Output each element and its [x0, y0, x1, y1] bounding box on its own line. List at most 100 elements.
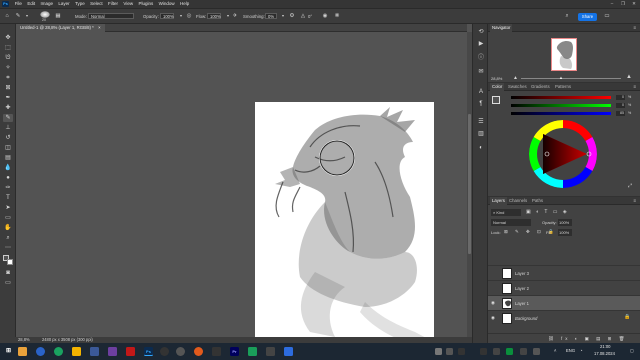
healing-brush-icon[interactable]: ✚: [3, 104, 13, 112]
menu-view[interactable]: View: [121, 0, 136, 8]
pressure-opacity-icon[interactable]: ◎: [185, 12, 193, 20]
layer-name[interactable]: Layer 2: [515, 286, 529, 291]
airbrush-icon[interactable]: ✈: [231, 12, 239, 20]
taskbar-app-icon[interactable]: [90, 347, 99, 356]
taskbar-app-icon[interactable]: [176, 347, 185, 356]
language-indicator[interactable]: ENG: [566, 348, 575, 353]
menu-type[interactable]: Type: [72, 0, 87, 8]
taskbar-app-icon[interactable]: [18, 347, 27, 356]
paragraph-icon[interactable]: ¶: [476, 100, 486, 109]
layer-name[interactable]: Layer 1: [515, 301, 529, 306]
crop-tool-icon[interactable]: ⌗: [3, 74, 13, 82]
libraries-icon[interactable]: ▥: [476, 130, 486, 139]
layer-name[interactable]: Background: [515, 316, 537, 321]
mode-select[interactable]: Normal: [88, 12, 134, 19]
menu-layer[interactable]: Layer: [56, 0, 73, 8]
tab-channels[interactable]: Channels: [507, 197, 529, 205]
taskbar-app-icon[interactable]: [72, 347, 81, 356]
more-tools-icon[interactable]: ⋯: [3, 244, 13, 252]
chevron-down-icon[interactable]: ▾: [23, 12, 31, 20]
lasso-tool-icon[interactable]: ᘎ: [3, 54, 13, 62]
hand-tool-icon[interactable]: ✋: [3, 224, 13, 232]
zoom-out-icon[interactable]: ▲: [513, 75, 518, 81]
flow-field[interactable]: 100%: [207, 12, 221, 19]
navigator-thumbnail[interactable]: [551, 38, 577, 71]
tray-icon[interactable]: [446, 348, 453, 355]
red-slider[interactable]: [511, 96, 611, 99]
panel-menu-icon[interactable]: ≡: [633, 84, 636, 89]
gear-icon[interactable]: ⚙: [288, 12, 296, 20]
lock-icon[interactable]: 🔒: [624, 314, 630, 320]
notifications-icon[interactable]: ▢: [630, 348, 634, 353]
menu-file[interactable]: File: [12, 0, 25, 8]
taskbar-app-icon[interactable]: [284, 347, 293, 356]
smoothing-chevron-icon[interactable]: ▾: [279, 12, 287, 20]
home-icon[interactable]: ⌂: [3, 12, 11, 20]
tab-color[interactable]: Color: [490, 83, 505, 91]
info-icon[interactable]: ⓘ: [476, 54, 486, 63]
brush-settings-icon[interactable]: ▦: [54, 12, 62, 20]
eye-icon[interactable]: ◉: [491, 300, 496, 306]
history-brush-icon[interactable]: ↺: [3, 134, 13, 142]
gradient-tool-icon[interactable]: ▤: [3, 154, 13, 162]
menu-select[interactable]: Select: [87, 0, 105, 8]
tab-layers[interactable]: Layers: [490, 197, 507, 205]
canvas-workspace[interactable]: [16, 32, 467, 337]
smoothing-field[interactable]: 0%: [265, 12, 277, 19]
tray-icon[interactable]: [480, 348, 487, 355]
character-icon[interactable]: A: [476, 88, 486, 97]
color-wheel[interactable]: [529, 120, 597, 188]
fill-field[interactable]: 100%: [558, 229, 572, 236]
tray-icon[interactable]: [458, 348, 465, 355]
tray-chevron-icon[interactable]: ˄: [554, 348, 556, 353]
history-icon[interactable]: ⟲: [476, 28, 486, 37]
layer-filter-icons[interactable]: ▣ ◐ T ▭ ◈: [526, 209, 569, 215]
symmetry-icon[interactable]: ❋: [333, 12, 341, 20]
comments-icon[interactable]: ✉: [476, 68, 486, 77]
marquee-tool-icon[interactable]: ⬚: [3, 44, 13, 52]
layer-row-1[interactable]: ◉ Layer 1: [488, 295, 640, 310]
tray-icon[interactable]: [493, 348, 500, 355]
brush-preview-icon[interactable]: [40, 11, 50, 18]
navigator-zoom-slider[interactable]: [521, 78, 621, 79]
color-expand-icon[interactable]: ⤢: [628, 183, 632, 189]
menu-image[interactable]: Image: [38, 0, 56, 8]
taskbar-app-icon[interactable]: [54, 347, 63, 356]
tray-icon[interactable]: [533, 348, 540, 355]
menu-filter[interactable]: Filter: [105, 0, 120, 8]
brush-tool-icon[interactable]: ✎: [3, 114, 13, 122]
tray-icon[interactable]: [520, 348, 527, 355]
tray-icon[interactable]: [435, 348, 442, 355]
navigator-zoom[interactable]: 28,8%: [491, 76, 502, 81]
layer-kind-filter[interactable]: ⌕ Kind: [491, 209, 521, 216]
quick-mask-icon[interactable]: ◙: [3, 269, 13, 277]
blur-tool-icon[interactable]: 💧: [3, 164, 13, 172]
background-color-swatch[interactable]: [7, 259, 13, 265]
clone-stamp-icon[interactable]: ⊥: [3, 124, 13, 132]
layer-row-background[interactable]: ◉ Background 🔒: [488, 310, 640, 325]
eyedropper-tool-icon[interactable]: ✒: [3, 94, 13, 102]
close-tab-icon[interactable]: ×: [98, 25, 101, 30]
share-button[interactable]: Share: [578, 12, 597, 21]
eraser-tool-icon[interactable]: ◫: [3, 144, 13, 152]
taskbar-app-icon[interactable]: [266, 347, 275, 356]
windows-start-icon[interactable]: ⊞: [4, 347, 13, 356]
red-value[interactable]: 0: [616, 95, 625, 100]
tab-navigator[interactable]: Navigator: [490, 24, 513, 32]
zoom-slider-thumb[interactable]: ▲: [559, 75, 563, 80]
taskbar-app-icon[interactable]: [212, 347, 221, 356]
panel-menu-icon[interactable]: ≡: [633, 198, 636, 203]
taskbar-app-icon[interactable]: [126, 347, 135, 356]
menu-edit[interactable]: Edit: [25, 0, 38, 8]
properties-icon[interactable]: ☰: [476, 118, 486, 127]
close-window-button[interactable]: ✕: [629, 0, 639, 8]
document-canvas[interactable]: [255, 102, 434, 337]
shape-tool-icon[interactable]: ▭: [3, 214, 13, 222]
dodge-tool-icon[interactable]: ●: [3, 174, 13, 182]
blue-value[interactable]: 85: [616, 111, 625, 116]
tab-patterns[interactable]: Patterns: [553, 83, 573, 91]
taskbar-app-icon[interactable]: [160, 347, 169, 356]
clock-date[interactable]: 17.08.2024: [594, 351, 615, 356]
maximize-button[interactable]: ❐: [618, 0, 628, 8]
path-select-icon[interactable]: ➤: [3, 204, 13, 212]
